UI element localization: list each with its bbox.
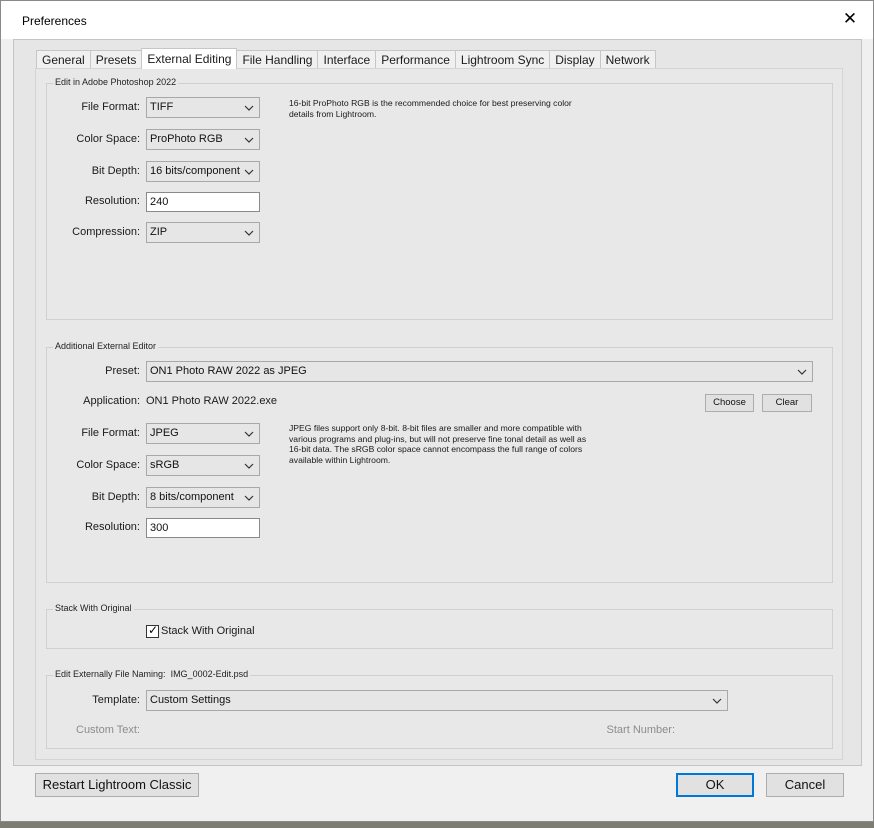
- chevron-down-icon: [244, 463, 254, 469]
- custom-text-label: Custom Text:: [76, 724, 140, 736]
- tab-presets[interactable]: Presets: [89, 50, 143, 69]
- ps-color-space-label: Color Space:: [76, 133, 140, 145]
- tab-external-editing[interactable]: External Editing: [141, 48, 238, 69]
- ps-compression-select[interactable]: ZIP: [146, 222, 260, 243]
- template-value: Custom Settings: [150, 694, 231, 706]
- ps-color-space-select[interactable]: ProPhoto RGB: [146, 129, 260, 150]
- tab-file-handling[interactable]: File Handling: [236, 50, 319, 69]
- photoshop-group-legend: Edit in Adobe Photoshop 2022: [53, 77, 179, 87]
- ps-bit-depth-label: Bit Depth:: [91, 165, 140, 177]
- ps-color-space-value: ProPhoto RGB: [150, 133, 223, 145]
- start-number-label: Start Number:: [606, 724, 675, 736]
- preset-select[interactable]: ON1 Photo RAW 2022 as JPEG: [146, 361, 813, 382]
- ps-recommendation-note: 16-bit ProPhoto RGB is the recommended c…: [289, 98, 572, 119]
- tab-interface[interactable]: Interface: [317, 50, 377, 69]
- application-label: Application:: [83, 395, 140, 407]
- choose-button[interactable]: Choose: [705, 394, 754, 412]
- preset-label: Preset:: [105, 365, 140, 377]
- template-label: Template:: [92, 694, 140, 706]
- window-title: Preferences: [22, 14, 87, 28]
- title-bar: Preferences ✕: [1, 1, 873, 39]
- ae-resolution-input[interactable]: 300: [146, 518, 260, 538]
- chevron-down-icon: [244, 105, 254, 111]
- ae-file-format-value: JPEG: [150, 427, 179, 439]
- close-icon[interactable]: ✕: [841, 10, 859, 28]
- ae-bit-depth-value: 8 bits/component: [150, 491, 234, 503]
- ae-resolution-label: Resolution:: [84, 521, 140, 533]
- tab-performance[interactable]: Performance: [375, 50, 456, 69]
- ae-file-format-label: File Format:: [81, 427, 140, 439]
- checkmark-icon: ✓: [148, 623, 159, 637]
- ps-compression-value: ZIP: [150, 226, 168, 238]
- desktop-background-bottom: [0, 822, 874, 828]
- chevron-down-icon: [244, 431, 254, 437]
- chevron-down-icon: [244, 230, 254, 236]
- ae-jpeg-note: JPEG files support only 8-bit. 8-bit fil…: [289, 423, 587, 465]
- additional-editor-legend: Additional External Editor: [53, 341, 159, 351]
- clear-button[interactable]: Clear: [762, 394, 812, 412]
- tab-network[interactable]: Network: [599, 50, 656, 69]
- chevron-down-icon: [244, 495, 254, 501]
- template-select[interactable]: Custom Settings: [146, 690, 728, 711]
- tab-general[interactable]: General: [36, 50, 91, 69]
- ps-compression-label: Compression:: [72, 226, 140, 238]
- ps-resolution-input[interactable]: 240: [146, 192, 260, 212]
- file-naming-group: [46, 675, 833, 749]
- file-naming-legend: Edit Externally File Naming: IMG_0002-Ed…: [53, 669, 251, 679]
- chevron-down-icon: [244, 169, 254, 175]
- preferences-dialog: Preferences ✕ General Presets External E…: [0, 0, 874, 822]
- file-naming-legend-text: Edit Externally File Naming:: [55, 669, 166, 679]
- ps-file-format-label: File Format:: [81, 101, 140, 113]
- cancel-button[interactable]: Cancel: [766, 773, 844, 797]
- tab-bar: General Presets External Editing File Ha…: [36, 48, 656, 69]
- stack-group-legend: Stack With Original: [53, 603, 134, 613]
- preset-value: ON1 Photo RAW 2022 as JPEG: [150, 365, 307, 377]
- ps-bit-depth-value: 16 bits/component: [150, 165, 240, 177]
- restart-lightroom-button[interactable]: Restart Lightroom Classic: [35, 773, 199, 797]
- file-naming-example: IMG_0002-Edit.psd: [170, 669, 249, 679]
- tab-lightroom-sync[interactable]: Lightroom Sync: [454, 50, 551, 69]
- ae-bit-depth-label: Bit Depth:: [91, 491, 140, 503]
- ps-bit-depth-select[interactable]: 16 bits/component: [146, 161, 260, 182]
- ps-file-format-select[interactable]: TIFF: [146, 97, 260, 118]
- ok-button[interactable]: OK: [676, 773, 754, 797]
- ps-resolution-label: Resolution:: [84, 195, 140, 207]
- ae-file-format-select[interactable]: JPEG: [146, 423, 260, 444]
- ae-bit-depth-select[interactable]: 8 bits/component: [146, 487, 260, 508]
- tab-display[interactable]: Display: [549, 50, 601, 69]
- stack-with-original-checkbox[interactable]: ✓: [146, 623, 159, 638]
- chevron-down-icon: [244, 137, 254, 143]
- application-value: ON1 Photo RAW 2022.exe: [146, 395, 278, 407]
- ae-color-space-select[interactable]: sRGB: [146, 455, 260, 476]
- ae-color-space-value: sRGB: [150, 459, 180, 471]
- stack-with-original-label: Stack With Original: [161, 625, 255, 637]
- ps-file-format-value: TIFF: [150, 101, 174, 113]
- chevron-down-icon: [712, 698, 722, 704]
- chevron-down-icon: [797, 369, 807, 375]
- ae-color-space-label: Color Space:: [76, 459, 140, 471]
